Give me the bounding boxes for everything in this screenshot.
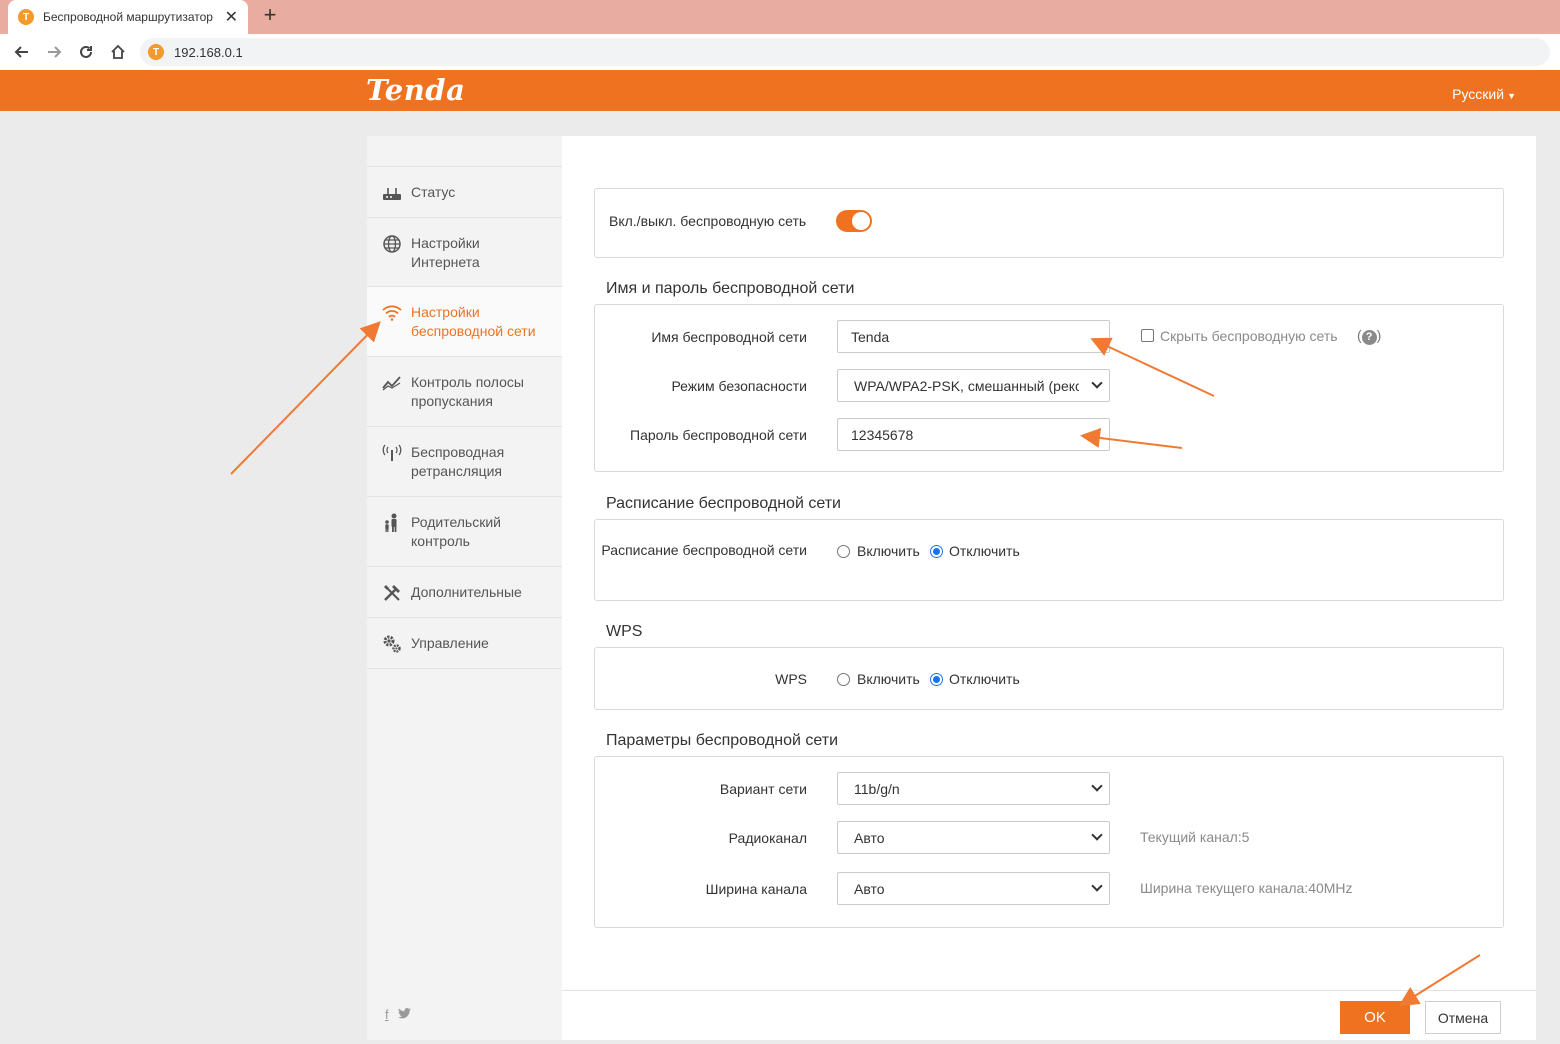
sidebar-item-label: Управление (411, 635, 489, 651)
chevron-down-icon (1091, 829, 1103, 841)
bandwidth-value: Авто (854, 880, 885, 897)
language-selector[interactable]: Русский ▼ (1452, 86, 1516, 102)
browser-tab[interactable]: T Беспроводной маршрутизатор ✕ (8, 0, 248, 34)
chevron-down-icon (1091, 377, 1103, 389)
sidebar-item-internet[interactable]: Настройки Интернета (367, 218, 562, 287)
sidebar-item-management[interactable]: Управление (367, 618, 562, 669)
password-label: Пароль беспроводной сети (630, 427, 807, 443)
wireless-toggle-label: Вкл./выкл. беспроводную сеть (609, 213, 807, 229)
ssid-card: Имя беспроводной сети Tenda Скрыть беспр… (594, 304, 1504, 472)
schedule-enable-label: Включить (857, 543, 920, 559)
sidebar-item-label: Беспроводная ретрансляция (411, 444, 505, 479)
close-tab-icon[interactable]: ✕ (225, 7, 238, 27)
wps-label: WPS (775, 671, 807, 687)
channel-label: Радиоканал (728, 830, 807, 846)
wps-disable-radio[interactable] (930, 673, 943, 686)
facebook-icon[interactable]: f (385, 1007, 389, 1022)
tenda-favicon-icon: T (18, 9, 34, 25)
antenna-icon (381, 443, 403, 463)
back-icon[interactable] (6, 36, 38, 68)
wps-enable-label: Включить (857, 671, 920, 687)
reload-icon[interactable] (70, 36, 102, 68)
globe-icon (381, 234, 403, 254)
arrow-to-wireless-menu (230, 321, 381, 475)
sidebar-item-repeater[interactable]: Беспроводная ретрансляция (367, 427, 562, 497)
sidebar-item-wireless[interactable]: Настройки беспроводной сети (367, 287, 562, 357)
password-input[interactable]: 12345678 (837, 418, 1110, 451)
sidebar-item-status[interactable]: Статус (367, 167, 562, 218)
ssid-input[interactable]: Tenda (837, 320, 1110, 353)
sidebar-item-bandwidth[interactable]: Контроль полосы пропускания (367, 357, 562, 427)
ok-button[interactable]: OK (1340, 1001, 1410, 1034)
schedule-label: Расписание беспроводной сети (601, 542, 807, 558)
current-channel-hint: Текущий канал:5 (1140, 829, 1250, 845)
parent-child-icon (381, 513, 403, 533)
network-mode-value: 11b/g/n (854, 780, 900, 797)
ssid-label: Имя беспроводной сети (651, 329, 807, 345)
browser-toolbar: T 192.168.0.1 (0, 34, 1560, 70)
router-icon (381, 183, 403, 203)
bandwidth-label: Ширина канала (705, 881, 807, 897)
new-tab-icon[interactable]: + (258, 4, 282, 28)
tenda-logo: Tenda (366, 73, 466, 107)
current-bandwidth-hint: Ширина текущего канала:40MHz (1140, 880, 1353, 896)
sidebar-item-label: Статус (411, 184, 456, 200)
security-mode-label: Режим безопасности (671, 378, 807, 394)
bandwidth-select[interactable]: Авто (837, 872, 1110, 905)
sidebar-item-parental[interactable]: Родительский контроль (367, 497, 562, 567)
caret-down-icon: ▼ (1507, 91, 1516, 101)
wireless-toggle-card: Вкл./выкл. беспроводную сеть (594, 188, 1504, 258)
main-panel: Вкл./выкл. беспроводную сеть Имя и парол… (562, 136, 1536, 1040)
tab-title: Беспроводной маршрутизатор (43, 10, 213, 24)
schedule-disable-label: Отключить (949, 543, 1020, 559)
sidebar: Статус Настройки Интернета Настройки бес… (367, 136, 562, 1040)
sidebar-item-advanced[interactable]: Дополнительные (367, 567, 562, 618)
forward-icon[interactable] (38, 36, 70, 68)
cancel-button[interactable]: Отмена (1425, 1001, 1501, 1034)
schedule-disable-radio[interactable] (930, 545, 943, 558)
schedule-card: Расписание беспроводной сети Включить От… (594, 519, 1504, 601)
params-card: Вариант сети 11b/g/n Радиоканал Авто Тек… (594, 756, 1504, 928)
sidebar-item-label: Контроль полосы пропускания (411, 374, 524, 409)
browser-tabstrip: T Беспроводной маршрутизатор ✕ + (0, 0, 1560, 34)
tools-icon (381, 583, 403, 603)
address-bar[interactable]: T 192.168.0.1 (140, 38, 1550, 66)
security-mode-select[interactable]: WPA/WPA2-PSK, смешанный (рекс (837, 369, 1110, 402)
ssid-section-title: Имя и пароль беспроводной сети (606, 280, 855, 297)
security-mode-value: WPA/WPA2-PSK, смешанный (рекс (854, 377, 1079, 394)
network-mode-label: Вариант сети (719, 781, 807, 797)
channel-value: Авто (854, 829, 885, 846)
sidebar-item-label: Дополнительные (411, 584, 522, 600)
site-info-icon[interactable]: T (148, 44, 164, 60)
schedule-enable-radio[interactable] (837, 545, 850, 558)
wifi-icon (381, 303, 403, 323)
wps-enable-radio[interactable] (837, 673, 850, 686)
chevron-down-icon (1091, 880, 1103, 892)
social-links: f (385, 1007, 412, 1022)
hide-ssid-checkbox[interactable] (1141, 329, 1154, 342)
hide-ssid-label: Скрыть беспроводную сеть (1160, 328, 1338, 344)
channel-select[interactable]: Авто (837, 821, 1110, 854)
help-icon[interactable]: (?) (1357, 327, 1381, 345)
network-mode-select[interactable]: 11b/g/n (837, 772, 1110, 805)
sidebar-item-label: Настройки Интернета (411, 235, 480, 270)
toggle-knob (852, 212, 870, 230)
wps-section-title: WPS (606, 623, 643, 640)
url-text: 192.168.0.1 (174, 44, 243, 60)
sidebar-item-label: Родительский контроль (411, 514, 501, 549)
gears-icon (381, 634, 403, 654)
home-icon[interactable] (102, 36, 134, 68)
params-section-title: Параметры беспроводной сети (606, 732, 839, 749)
schedule-section-title: Расписание беспроводной сети (606, 495, 841, 512)
chart-line-icon (381, 373, 403, 393)
sidebar-item-label: Настройки беспроводной сети (411, 304, 536, 339)
router-header: Tenda Русский ▼ (0, 70, 1560, 111)
wps-card: WPS Включить Отключить (594, 647, 1504, 710)
language-label: Русский (1452, 86, 1505, 102)
wps-disable-label: Отключить (949, 671, 1020, 687)
chevron-down-icon (1091, 780, 1103, 792)
wireless-toggle[interactable] (836, 210, 872, 232)
twitter-icon[interactable] (395, 1007, 412, 1022)
sidebar-menu: Статус Настройки Интернета Настройки бес… (367, 166, 562, 669)
